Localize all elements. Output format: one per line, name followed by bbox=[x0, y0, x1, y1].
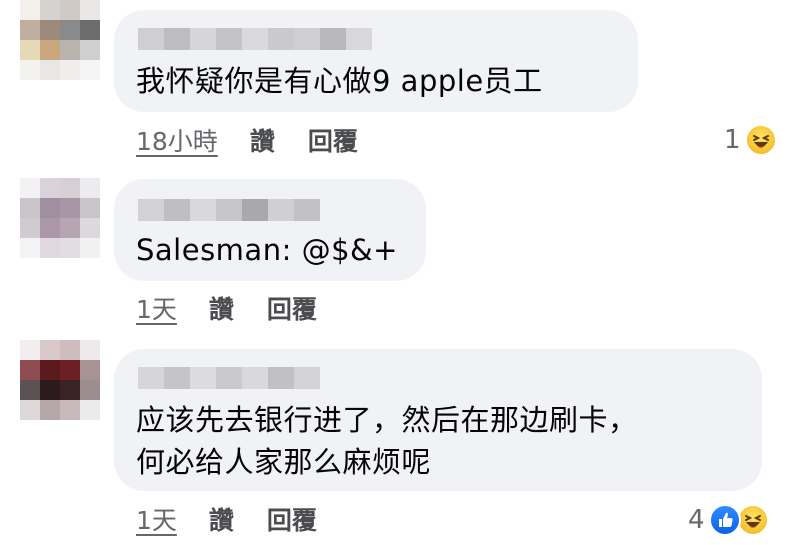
reaction-count: 4 bbox=[688, 505, 705, 535]
avatar[interactable] bbox=[20, 178, 100, 258]
timestamp-link[interactable]: 18小時 bbox=[136, 122, 218, 158]
reply-button[interactable]: 回覆 bbox=[308, 122, 358, 158]
reply-button[interactable]: 回覆 bbox=[267, 501, 317, 537]
avatar[interactable] bbox=[20, 0, 100, 80]
like-icon bbox=[708, 504, 741, 536]
haha-icon bbox=[744, 124, 777, 156]
comment-bubble: Salesman: @$&+ bbox=[114, 179, 426, 281]
comment-text-line: 我怀疑你是有心做9 apple员工 bbox=[136, 64, 543, 98]
reaction-count: 1 bbox=[724, 125, 741, 155]
haha-icon bbox=[736, 504, 769, 536]
comment-text-line: 应该先去银行进了，然后在那边刷卡， bbox=[136, 403, 638, 437]
author-name[interactable] bbox=[138, 199, 320, 221]
comment-actions: 1天 讚 回覆 bbox=[136, 290, 317, 326]
comment-bubble: 我怀疑你是有心做9 apple员工 bbox=[114, 10, 638, 112]
author-name[interactable] bbox=[138, 367, 320, 389]
timestamp-link[interactable]: 1天 bbox=[136, 501, 177, 537]
reaction-summary[interactable]: 4 bbox=[688, 500, 769, 540]
reply-button[interactable]: 回覆 bbox=[267, 290, 317, 326]
comment-text: Salesman: @$&+ bbox=[136, 231, 398, 269]
like-button[interactable]: 讚 bbox=[209, 290, 234, 326]
comment-text-line: 何必给人家那么麻烦呢 bbox=[136, 445, 432, 479]
reaction-summary[interactable]: 1 bbox=[724, 120, 777, 160]
comment-actions: 1天 讚 回覆 bbox=[136, 501, 317, 537]
comment-actions: 18小時 讚 回覆 bbox=[136, 122, 358, 158]
comment-text: 我怀疑你是有心做9 apple员工 bbox=[136, 62, 543, 100]
like-button[interactable]: 讚 bbox=[209, 501, 234, 537]
comment-bubble: 应该先去银行进了，然后在那边刷卡， 何必给人家那么麻烦呢 bbox=[114, 349, 762, 491]
timestamp-link[interactable]: 1天 bbox=[136, 290, 177, 326]
comment-text-line: Salesman: @$&+ bbox=[136, 233, 398, 267]
comment-text: 应该先去银行进了，然后在那边刷卡， 何必给人家那么麻烦呢 bbox=[136, 399, 638, 483]
like-button[interactable]: 讚 bbox=[250, 122, 275, 158]
avatar[interactable] bbox=[20, 340, 100, 420]
author-name[interactable] bbox=[138, 28, 372, 50]
